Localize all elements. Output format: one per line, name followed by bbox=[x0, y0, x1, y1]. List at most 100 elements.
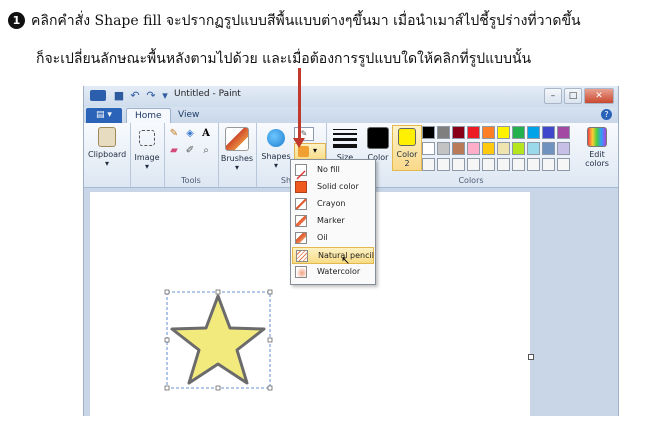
palette-swatch[interactable] bbox=[482, 126, 495, 139]
palette-swatch[interactable] bbox=[512, 126, 525, 139]
shape-fill-option-oil[interactable]: Oil bbox=[292, 230, 374, 247]
image-group: Image ▾ bbox=[130, 123, 165, 187]
shapes-label: Shapes bbox=[261, 152, 291, 161]
palette-swatch[interactable] bbox=[437, 158, 450, 171]
palette-swatch[interactable] bbox=[467, 142, 480, 155]
minimize-button[interactable]: – bbox=[544, 88, 562, 104]
palette-swatch[interactable] bbox=[542, 158, 555, 171]
paint-menu-button[interactable]: ▤ ▾ bbox=[86, 108, 122, 123]
edit-colors-label-2: colors bbox=[585, 159, 609, 168]
shape-fill-option-label: Solid color bbox=[317, 182, 359, 191]
size-button[interactable]: Size bbox=[328, 127, 362, 162]
shape-fill-option-label: Crayon bbox=[317, 199, 346, 208]
palette-swatch[interactable] bbox=[497, 158, 510, 171]
brush-icon bbox=[225, 127, 249, 151]
clipboard-button[interactable]: Clipboard ▾ bbox=[88, 127, 126, 168]
palette-swatch[interactable] bbox=[452, 126, 465, 139]
natural-pencil-icon bbox=[296, 250, 308, 262]
edit-colors-button[interactable]: Edit colors bbox=[582, 127, 612, 168]
shape-fill-option-crayon[interactable]: Crayon bbox=[292, 196, 374, 213]
palette-swatch[interactable] bbox=[422, 158, 435, 171]
ribbon-tabs: ▤ ▾ Home View ? bbox=[84, 107, 618, 124]
color2-swatch bbox=[398, 128, 416, 146]
palette-swatch[interactable] bbox=[512, 158, 525, 171]
close-button[interactable]: ✕ bbox=[584, 88, 614, 104]
tools-group: ✎ ◈ A ▰ ✐ ⌕ Tools bbox=[164, 123, 219, 187]
palette-swatch[interactable] bbox=[557, 158, 570, 171]
palette-swatch[interactable] bbox=[512, 142, 525, 155]
colors-group: Color Color 2 Edit colors Colors bbox=[364, 123, 618, 187]
color1-swatch bbox=[367, 127, 389, 149]
text-tool-icon[interactable]: A bbox=[199, 127, 213, 141]
clipboard-group: Clipboard ▾ bbox=[84, 123, 131, 187]
canvas-resize-handle[interactable] bbox=[528, 354, 534, 360]
palette-swatch[interactable] bbox=[542, 126, 555, 139]
brushes-button[interactable]: Brushes ▾ bbox=[220, 127, 254, 172]
image-button[interactable]: Image ▾ bbox=[132, 127, 162, 171]
palette-swatch[interactable] bbox=[422, 142, 435, 155]
clipboard-label: Clipboard bbox=[88, 150, 127, 159]
fill-icon[interactable]: ◈ bbox=[183, 127, 197, 141]
edit-colors-label: Edit bbox=[589, 150, 605, 159]
step-number-badge: 1 bbox=[8, 12, 25, 29]
redo-icon[interactable]: ↷ bbox=[144, 89, 158, 103]
palette-swatch[interactable] bbox=[527, 126, 540, 139]
palette-swatch[interactable] bbox=[542, 142, 555, 155]
palette-swatch[interactable] bbox=[422, 126, 435, 139]
shape-fill-option-watercolor[interactable]: Watercolor bbox=[292, 264, 374, 281]
color-palette bbox=[422, 126, 592, 176]
save-icon[interactable]: ■ bbox=[112, 89, 126, 103]
palette-swatch[interactable] bbox=[527, 158, 540, 171]
brushes-group: Brushes ▾ bbox=[218, 123, 257, 187]
image-label: Image bbox=[134, 153, 160, 162]
palette-swatch[interactable] bbox=[497, 142, 510, 155]
line-size-icon bbox=[333, 129, 357, 148]
pointer-arrow bbox=[298, 68, 301, 140]
help-icon[interactable]: ? bbox=[601, 109, 612, 120]
palette-swatch[interactable] bbox=[557, 126, 570, 139]
palette-swatch[interactable] bbox=[437, 126, 450, 139]
tools-group-label: Tools bbox=[181, 176, 201, 185]
palette-swatch[interactable] bbox=[452, 142, 465, 155]
palette-swatch[interactable] bbox=[437, 142, 450, 155]
tab-home[interactable]: Home bbox=[126, 108, 171, 124]
shape-fill-option-no-fill[interactable]: No fill bbox=[292, 162, 374, 180]
customize-qat-icon[interactable]: ▾ bbox=[158, 89, 172, 103]
color2-number: 2 bbox=[404, 159, 410, 168]
shape-fill-option-label: Watercolor bbox=[317, 267, 361, 276]
palette-swatch[interactable] bbox=[452, 158, 465, 171]
shapes-button[interactable]: Shapes ▾ bbox=[260, 127, 292, 170]
shape-fill-option-label: No fill bbox=[317, 165, 340, 174]
shapes-icon bbox=[267, 129, 285, 147]
colors-group-label: Colors bbox=[458, 176, 484, 185]
solid-color-icon bbox=[295, 181, 307, 193]
brushes-label: Brushes bbox=[220, 154, 254, 163]
eraser-icon[interactable]: ▰ bbox=[167, 144, 181, 158]
palette-swatch[interactable] bbox=[482, 142, 495, 155]
color-picker-icon[interactable]: ✐ bbox=[183, 144, 197, 158]
palette-swatch[interactable] bbox=[467, 126, 480, 139]
pencil-icon[interactable]: ✎ bbox=[167, 127, 181, 141]
palette-swatch[interactable] bbox=[557, 142, 570, 155]
tab-view[interactable]: View bbox=[170, 108, 207, 123]
color2-button[interactable]: Color 2 bbox=[392, 125, 422, 171]
no-fill-icon bbox=[295, 164, 307, 180]
maximize-button[interactable]: □ bbox=[564, 88, 582, 104]
instruction-line-2: ก็จะเปลี่ยนลักษณะพื้นหลังตามไปด้วย และเม… bbox=[36, 51, 532, 67]
shape-fill-option-natural-pencil[interactable]: Natural pencil ↖ bbox=[292, 247, 374, 267]
select-icon bbox=[139, 130, 155, 146]
color2-label: Color bbox=[396, 150, 418, 159]
clipboard-icon bbox=[98, 127, 116, 147]
undo-icon[interactable]: ↶ bbox=[128, 89, 142, 103]
instruction-text-1: คลิกคำสั่ง Shape fill จะปรากฏรูปแบบสีพื้… bbox=[31, 13, 581, 29]
magnifier-icon[interactable]: ⌕ bbox=[199, 144, 213, 158]
palette-swatch[interactable] bbox=[482, 158, 495, 171]
palette-swatch[interactable] bbox=[467, 158, 480, 171]
color1-button[interactable]: Color bbox=[364, 127, 392, 162]
app-menu-icon[interactable] bbox=[90, 90, 106, 101]
shape-fill-option-solid-color[interactable]: Solid color bbox=[292, 179, 374, 196]
shape-fill-menu: No fill Solid color Crayon Marker Oil Natural… bbox=[290, 159, 376, 285]
shape-fill-option-marker[interactable]: Marker bbox=[292, 213, 374, 230]
palette-swatch[interactable] bbox=[497, 126, 510, 139]
palette-swatch[interactable] bbox=[527, 142, 540, 155]
